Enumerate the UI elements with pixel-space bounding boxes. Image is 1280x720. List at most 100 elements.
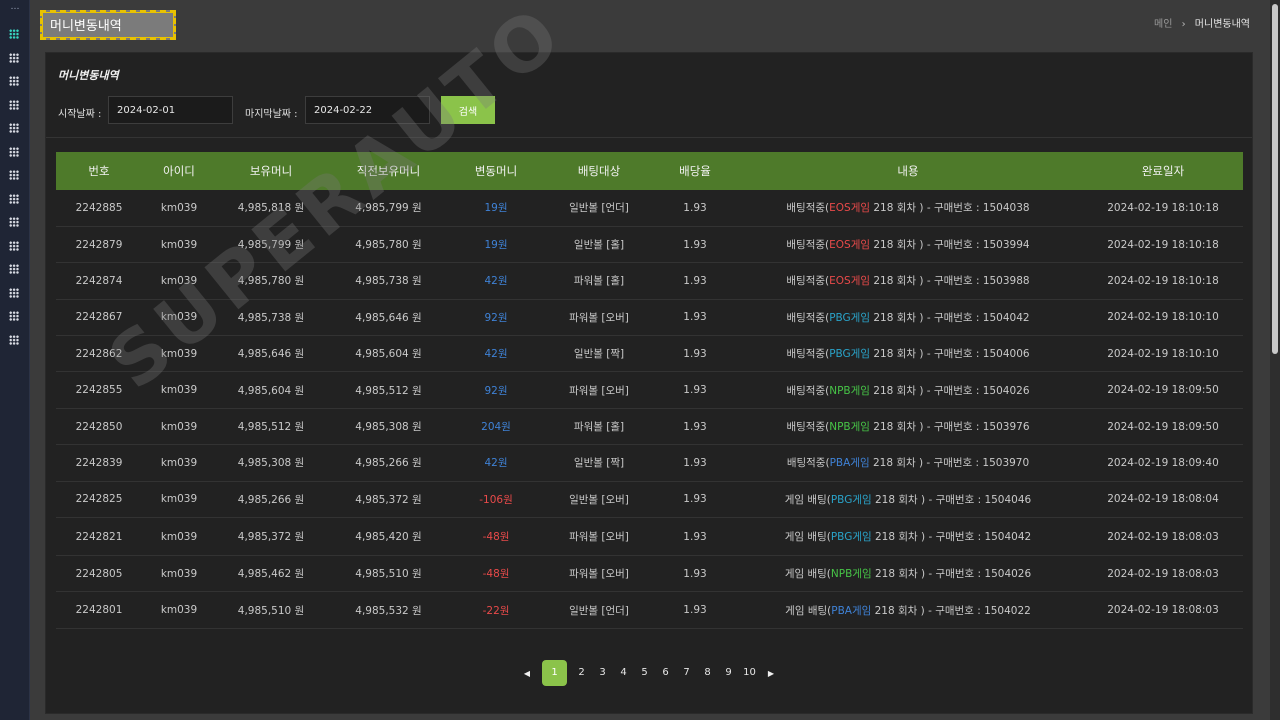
- table-row[interactable]: 2242879 km039 4,985,799 원 4,985,780 원 19원 일반볼…: [56, 226, 1243, 264]
- cell-completed-date: 2024-02-19 18:10:10: [1083, 335, 1243, 373]
- sidebar-grid-icon[interactable]: [9, 146, 19, 157]
- sidebar-grid-icon[interactable]: [9, 99, 19, 110]
- cell-change-amount: 42원: [451, 444, 541, 482]
- cell-change-amount: 92원: [451, 371, 541, 409]
- cell-balance: 4,985,604 원: [216, 371, 326, 409]
- column-header: 번호: [88, 164, 110, 178]
- sidebar-grid-icon[interactable]: [9, 193, 19, 204]
- cell-balance: 4,985,266 원: [216, 481, 326, 519]
- table-row[interactable]: 2242855 km039 4,985,604 원 4,985,512 원 92원 파워볼…: [56, 371, 1243, 409]
- breadcrumb-home[interactable]: 메인: [1154, 19, 1172, 30]
- column-header: 배당율: [679, 164, 711, 178]
- table-row[interactable]: 2242867 km039 4,985,738 원 4,985,646 원 92원 파워볼…: [56, 299, 1243, 337]
- page-scrollbar[interactable]: [1270, 0, 1280, 720]
- cell-number: 2242850: [56, 408, 142, 446]
- cell-content: 배팅적중(EOS게임 218 회차 ) - 구매번호 : 1503988: [733, 262, 1083, 300]
- table-row[interactable]: 2242839 km039 4,985,308 원 4,985,266 원 42원 일반볼…: [56, 444, 1243, 482]
- money-history-table: 번호 아이디 보유머니 직전보유머니 변동머니 배팅대상 배당율 내용 완료일자 2242885…: [56, 152, 1243, 629]
- page-1-button[interactable]: 1: [542, 660, 567, 686]
- cell-odds: 1.93: [657, 555, 733, 593]
- table-row[interactable]: 2242862 km039 4,985,646 원 4,985,604 원 42원 일반볼…: [56, 335, 1243, 373]
- cell-balance: 4,985,799 원: [216, 226, 326, 264]
- page-4-button[interactable]: 4: [613, 660, 634, 686]
- sidebar-toggle[interactable]: …: [0, 2, 30, 12]
- cell-number: 2242825: [56, 481, 142, 519]
- content-suffix: 218 회차 ) - 구매번호 : 1503988: [873, 275, 1030, 288]
- table-row[interactable]: 2242885 km039 4,985,818 원 4,985,799 원 19원 일반볼…: [56, 190, 1243, 227]
- sidebar-grid-icon[interactable]: [9, 240, 19, 251]
- money-history-panel: 머니변동내역 시작날짜 : 마지막날짜 : 검색 번호 아이디 보유머니 직전보유머니…: [45, 52, 1253, 714]
- content-game-name: PBA게임: [829, 457, 870, 470]
- cell-prev-balance: 4,985,532 원: [326, 591, 451, 629]
- prev-page-icon[interactable]: ◀: [516, 669, 538, 678]
- cell-balance: 4,985,780 원: [216, 262, 326, 300]
- content-prefix: 게임 배팅(: [784, 568, 831, 581]
- content-game-name: NPB게임: [829, 384, 870, 397]
- table-row[interactable]: 2242825 km039 4,985,266 원 4,985,372 원 -106원 일…: [56, 481, 1243, 519]
- sidebar-grid-icon[interactable]: [9, 287, 19, 298]
- page-10-button[interactable]: 10: [739, 660, 760, 686]
- scrollbar-thumb[interactable]: [1272, 4, 1278, 354]
- panel-title: 머니변동내역: [58, 69, 119, 82]
- page-7-button[interactable]: 7: [676, 660, 697, 686]
- content-suffix: 218 회차 ) - 구매번호 : 1504042: [873, 311, 1030, 324]
- cell-content: 게임 배팅(PBA게임 218 회차 ) - 구매번호 : 1504022: [733, 591, 1083, 629]
- sidebar-grid-icon[interactable]: [9, 217, 19, 227]
- page-5-button[interactable]: 5: [634, 660, 655, 686]
- start-date-input[interactable]: [108, 96, 233, 124]
- cell-balance: 4,985,462 원: [216, 555, 326, 593]
- content-game-name: PBG게임: [830, 531, 872, 544]
- content-prefix: 게임 배팅(: [784, 493, 831, 506]
- page-9-button[interactable]: 9: [718, 660, 739, 686]
- table-row[interactable]: 2242821 km039 4,985,372 원 4,985,420 원 -48원 파워…: [56, 517, 1243, 557]
- page-3-button[interactable]: 3: [592, 660, 613, 686]
- column-header: 내용: [897, 164, 919, 178]
- page-8-button[interactable]: 8: [697, 660, 718, 686]
- content-prefix: 배팅적중(: [786, 421, 830, 434]
- column-header: 보유머니: [249, 164, 293, 178]
- sidebar-grid-icon[interactable]: [9, 52, 19, 63]
- sidebar-grid-icon[interactable]: [9, 264, 19, 274]
- cell-bet-target: 일반볼 [언더]: [541, 190, 657, 227]
- cell-bet-target: 일반볼 [짝]: [541, 444, 657, 482]
- cell-user-id: km039: [142, 408, 216, 446]
- page-2-button[interactable]: 2: [571, 660, 592, 686]
- sidebar-grid-icon[interactable]: [9, 334, 19, 345]
- cell-prev-balance: 4,985,266 원: [326, 444, 451, 482]
- content-game-name: EOS게임: [829, 202, 871, 215]
- sidebar-grid-icon[interactable]: [9, 123, 19, 133]
- breadcrumb: 메인 › 머니변동내역: [1154, 15, 1250, 30]
- cell-content: 배팅적중(PBG게임 218 회차 ) - 구매번호 : 1504006: [733, 335, 1083, 373]
- cell-completed-date: 2024-02-19 18:08:03: [1083, 555, 1243, 593]
- cell-number: 2242862: [56, 335, 142, 373]
- content-suffix: 218 회차 ) - 구매번호 : 1504038: [873, 202, 1030, 215]
- sidebar-grid-icon[interactable]: [9, 170, 19, 180]
- sidebar-grid-icon[interactable]: [9, 29, 19, 39]
- table-row[interactable]: 2242805 km039 4,985,462 원 4,985,510 원 -48원 파워…: [56, 555, 1243, 593]
- content-prefix: 배팅적중(: [786, 384, 830, 397]
- sidebar-grid-icon[interactable]: [9, 76, 19, 86]
- next-page-icon[interactable]: ▶: [760, 669, 782, 678]
- content-game-name: PBG게임: [829, 348, 870, 361]
- table-row[interactable]: 2242874 km039 4,985,780 원 4,985,738 원 42원 파워볼…: [56, 262, 1243, 300]
- divider: [46, 137, 1252, 138]
- cell-balance: 4,985,308 원: [216, 444, 326, 482]
- content-prefix: 배팅적중(: [786, 457, 830, 470]
- table-row[interactable]: 2242801 km039 4,985,510 원 4,985,532 원 -22원 일반…: [56, 591, 1243, 629]
- cell-number: 2242855: [56, 371, 142, 409]
- cell-bet-target: 일반볼 [오버]: [541, 481, 657, 519]
- cell-bet-target: 일반볼 [홀]: [541, 226, 657, 264]
- cell-change-amount: 42원: [451, 335, 541, 373]
- cell-number: 2242839: [56, 444, 142, 482]
- search-button[interactable]: 검색: [441, 96, 495, 124]
- content-suffix: 218 회차 ) - 구매번호 : 1503970: [872, 457, 1030, 470]
- content-prefix: 게임 배팅(: [785, 604, 832, 617]
- end-date-input[interactable]: [305, 96, 430, 124]
- cell-completed-date: 2024-02-19 18:09:50: [1083, 408, 1243, 446]
- content-prefix: 배팅적중(: [786, 239, 830, 252]
- content-suffix: 218 회차 ) - 구매번호 : 1503994: [873, 239, 1030, 252]
- sidebar-grid-icon[interactable]: [9, 311, 19, 321]
- page-6-button[interactable]: 6: [655, 660, 676, 686]
- table-row[interactable]: 2242850 km039 4,985,512 원 4,985,308 원 204원 파워…: [56, 408, 1243, 446]
- cell-prev-balance: 4,985,372 원: [326, 481, 451, 519]
